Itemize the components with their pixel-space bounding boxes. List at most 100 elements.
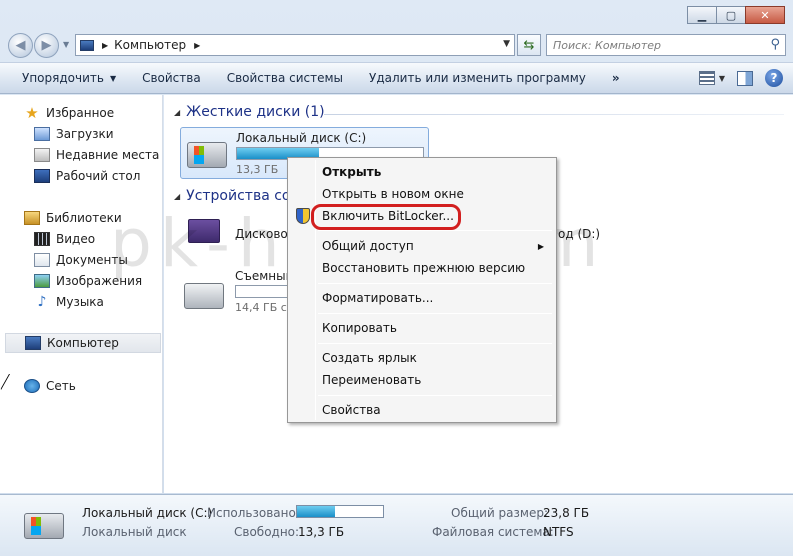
breadcrumb-computer[interactable]: Компьютер [114,38,186,52]
group-divider [324,114,784,115]
details-usage-fill [297,506,335,517]
documents-icon [34,253,50,267]
nav-desktop[interactable]: Рабочий стол [0,166,163,186]
details-total-label: Общий размер: [451,506,549,520]
nav-label: Загрузки [56,127,114,141]
drive-name: Локальный диск (C:) [236,131,367,145]
details-usage-bar [296,505,384,518]
nav-label: Изображения [56,274,143,288]
hard-drive-icon [24,513,64,539]
libraries-icon [24,211,40,225]
nav-music[interactable]: ♪ Музыка [0,292,163,312]
nav-downloads[interactable]: Загрузки [0,124,163,144]
menu-item-create-shortcut[interactable]: Создать ярлык [290,347,554,369]
recent-pages-chevron-icon[interactable]: ▼ [63,40,69,49]
drive-free-space: 14,4 ГБ св [235,301,294,314]
details-drive-name: Локальный диск (C:) [82,506,213,520]
uninstall-program-button[interactable]: Удалить или изменить программу [356,63,599,93]
details-free-value: 13,3 ГБ [298,525,345,539]
drive-name-tail: од (D:) [558,227,601,241]
view-chevron-down-icon[interactable]: ▼ [719,74,725,83]
preview-pane-icon[interactable] [737,70,753,86]
nav-video[interactable]: Видео [0,229,163,249]
help-icon[interactable]: ? [765,69,783,87]
organize-button[interactable]: Упорядочить ▼ [0,63,129,93]
nav-label: Избранное [46,106,115,120]
search-icon[interactable]: ⚲ [770,37,780,52]
nav-label: Видео [56,232,96,246]
nav-favorites[interactable]: ★ Избранное [0,103,163,123]
menu-item-properties[interactable]: Свойства [290,399,554,421]
search-input[interactable]: Поиск: Компьютер ⚲ [546,34,786,56]
removable-drive-icon [184,283,224,309]
nav-label: Музыка [56,295,104,309]
details-pane: Локальный диск (C:) Локальный диск Испол… [0,494,793,556]
group-removable-devices[interactable]: ◢ Устройства со [174,188,291,204]
address-bar[interactable]: ▶ Компьютер ▶ ▼ [75,34,515,56]
navigation-pane: ★ Избранное Загрузки Недавние места Рабо… [0,95,163,493]
menu-item-open[interactable]: Открыть [290,161,554,183]
menu-item-open-new-window[interactable]: Открыть в новом окне [290,183,554,205]
menu-item-format[interactable]: Форматировать... [290,287,554,309]
dvd-drive-icon [188,219,220,243]
organize-label: Упорядочить [22,71,104,85]
details-free-label: Свободно: [234,525,300,539]
menu-item-rename[interactable]: Переименовать [290,369,554,391]
drive-name: Съемный [235,269,294,283]
forward-button[interactable]: ▶ [34,33,59,58]
music-note-icon: ♪ [37,294,47,310]
details-total-value: 23,8 ГБ [543,506,590,520]
nav-libraries[interactable]: Библиотеки [0,208,163,228]
nav-label: Компьютер [47,336,119,350]
menu-item-sharing[interactable]: Общий доступ ▶ [290,235,554,257]
breadcrumb-arrow-icon[interactable]: ▶ [194,41,200,50]
drive-tile-removable[interactable]: Съемный 14,4 ГБ св [180,263,300,315]
system-properties-button[interactable]: Свойства системы [214,63,356,93]
group-hard-drives[interactable]: ◢ Жесткие диски (1) [174,104,325,120]
submenu-arrow-icon: ▶ [537,241,544,251]
computer-icon [80,39,94,51]
nav-images[interactable]: Изображения [0,271,163,291]
maximize-icon: ▢ [725,8,737,22]
close-icon: ✕ [760,8,770,22]
images-icon [34,274,50,288]
minimize-button[interactable]: ▁ [687,6,717,24]
minimize-icon: ▁ [697,8,707,22]
computer-icon [25,336,41,350]
back-button[interactable]: ◀ [8,33,33,58]
explorer-window: ▁ ▢ ✕ ◀ ▶ ▼ ▶ Компьютер ▶ ▼ ⇆ Поиск: Ком… [0,0,793,556]
menu-separator [318,343,552,344]
annotation-highlight-ring [311,204,461,230]
nav-documents[interactable]: Документы [0,250,163,270]
view-controls: ▼ ? [698,69,783,87]
more-commands-button[interactable]: » [599,63,633,93]
nav-label: Документы [56,253,128,267]
arrow-right-icon: ▶ [41,38,52,53]
menu-item-restore-previous[interactable]: Восстановить прежнюю версию [290,257,554,279]
breadcrumb-arrow-icon[interactable]: ▶ [102,41,108,50]
nav-recent-places[interactable]: Недавние места [0,145,163,165]
refresh-button[interactable]: ⇆ [517,34,541,56]
details-fs-label: Файловая система: [432,525,554,539]
refresh-icon: ⇆ [523,37,535,53]
maximize-button[interactable]: ▢ [716,6,746,24]
collapse-triangle-icon[interactable]: ◢ [174,192,180,201]
nav-network[interactable]: Сеть [0,376,163,396]
desktop-icon [34,169,50,183]
close-button[interactable]: ✕ [745,6,785,24]
address-dropdown-icon[interactable]: ▼ [503,39,510,49]
change-view-icon[interactable] [698,71,715,85]
window-caption-buttons: ▁ ▢ ✕ [687,6,785,24]
mouse-cursor-icon [0,374,9,390]
menu-item-copy[interactable]: Копировать [290,317,554,339]
group-heading: Жесткие диски (1) [186,104,325,120]
nav-computer[interactable]: Компьютер [5,333,161,353]
properties-button[interactable]: Свойства [129,63,214,93]
nav-label: Библиотеки [46,211,122,225]
menu-separator [318,313,552,314]
star-icon: ★ [25,104,39,122]
drive-usage-bar [235,285,295,298]
address-row: ◀ ▶ ▼ ▶ Компьютер ▶ ▼ ⇆ Поиск: Компьютер… [0,30,793,60]
nav-label: Рабочий стол [56,169,141,183]
collapse-triangle-icon[interactable]: ◢ [174,108,180,117]
